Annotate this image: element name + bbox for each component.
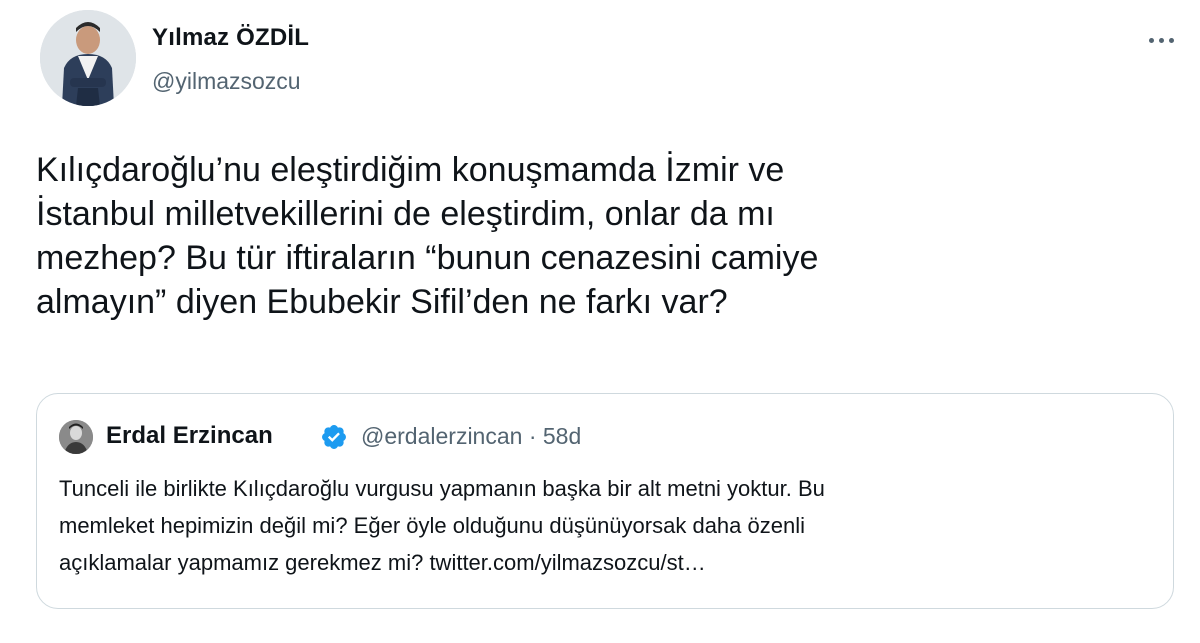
author-photo (40, 10, 136, 106)
quoted-author-avatar (59, 420, 93, 454)
quoted-timestamp[interactable]: 58d (543, 423, 581, 449)
quoted-author-photo (59, 420, 93, 454)
more-options-button[interactable] (1144, 30, 1178, 50)
quoted-text-line: memleket hepimizin değil mi? Eğer öyle o… (59, 513, 805, 538)
more-horizontal-icon (1148, 37, 1154, 43)
quoted-author-name: Erdal Erzincan (106, 422, 273, 449)
more-horizontal-icon-dot (1158, 37, 1164, 43)
quoted-meta: @erdalerzincan · 58d (361, 423, 581, 450)
quoted-tweet-card[interactable]: Erdal Erzincan @erdalerzincan · 58d Tunc… (36, 393, 1174, 609)
quoted-text: Tunceli ile birlikte Kılıçdaroğlu vurgus… (59, 470, 1159, 581)
tweet-text-line: İstanbul milletvekillerini de eleştirdim… (36, 195, 775, 233)
tweet-text: Kılıçdaroğlu’nu eleştirdiğim konuşmamda … (36, 148, 1156, 324)
quoted-text-line: açıklamalar yapmamız gerekmez mi? twitte… (59, 550, 706, 575)
quoted-author-handle: @erdalerzincan (361, 423, 523, 449)
tweet-text-line: almayın” diyen Ebubekir Sifil’den ne far… (36, 283, 728, 321)
tweet-text-line: mezhep? Bu tür iftiraların “bunun cenaze… (36, 239, 819, 277)
tweet-text-line: Kılıçdaroğlu’nu eleştirdiğim konuşmamda … (36, 151, 785, 189)
author-name[interactable]: Yılmaz ÖZDİL (152, 24, 309, 52)
more-horizontal-icon-dot (1168, 37, 1174, 43)
verified-badge-icon (322, 425, 346, 449)
meta-separator: · (528, 423, 537, 449)
author-avatar[interactable] (40, 10, 136, 106)
quoted-text-line: Tunceli ile birlikte Kılıçdaroğlu vurgus… (59, 476, 825, 501)
author-handle[interactable]: @yilmazsozcu (152, 68, 301, 95)
